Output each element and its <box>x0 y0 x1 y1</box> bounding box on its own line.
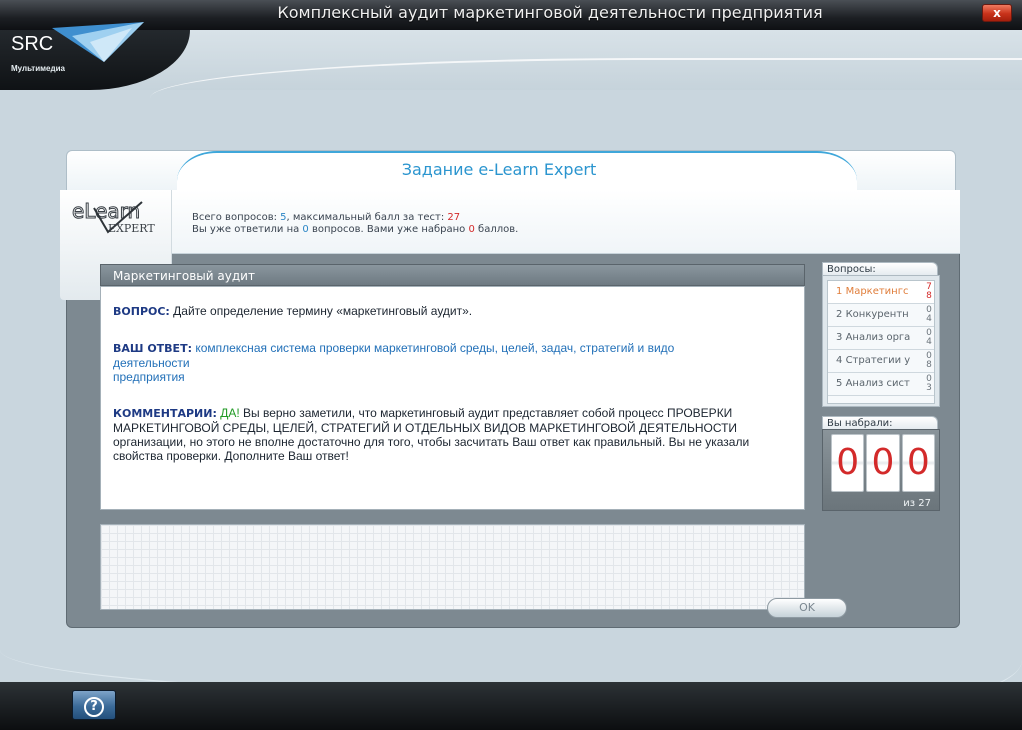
section-title: Маркетинговый аудит <box>100 264 805 286</box>
test-stats: Всего вопросов: 5, максимальный балл за … <box>192 212 518 236</box>
answer-text-line-1: комплексная система проверки маркетингов… <box>191 341 675 355</box>
answer-block: ВАШ ОТВЕТ: комплексная система проверки … <box>113 341 792 384</box>
question-text: Дайте определение термину «маркетинговый… <box>169 304 473 318</box>
question-item-score-bottom: 8 <box>926 360 932 370</box>
question-item-2[interactable]: 2 Конкурентн 0 4 <box>828 304 934 327</box>
questions-list: 1 Маркетингс 7 8 2 Конкурентн 0 4 3 Анализ орг… <box>827 280 935 404</box>
max-score: 27 <box>447 212 461 223</box>
question-item-label: Анализ сист <box>845 378 910 389</box>
comment-block: КОММЕНТАРИИ: ДА! Вы верно заметили, что … <box>113 406 792 463</box>
score-max: из 27 <box>903 498 931 509</box>
svg-text:EXPERT: EXPERT <box>108 222 155 235</box>
question-item-1[interactable]: 1 Маркетингс 7 8 <box>828 281 934 304</box>
score-panel: 000 из 27 <box>822 429 940 511</box>
elearn-expert-logo-icon: eLearn EXPERT <box>72 199 155 236</box>
question-item-score: 08 <box>925 352 933 370</box>
question-item-score-bottom: 3 <box>926 383 932 393</box>
answer-input-area[interactable] <box>100 524 805 610</box>
comment-label: КОММЕНТАРИИ: <box>113 407 217 420</box>
question-content: ВОПРОС: Дайте определение термину «марке… <box>100 286 805 510</box>
answer-text-line-3: предприятия <box>113 370 185 384</box>
question-item-score: 78 <box>925 283 933 301</box>
question-item-label: Стратегии у <box>845 355 911 366</box>
score-digit: 0 <box>866 434 900 492</box>
stats-line-1: Всего вопросов: 5, максимальный балл за … <box>192 212 461 223</box>
window-title: Комплексный аудит маркетинговой деятельн… <box>277 3 823 22</box>
question-item-score: 04 <box>925 329 933 347</box>
question-item-score-bottom: 4 <box>926 314 932 324</box>
score-digit: 0 <box>901 434 935 492</box>
question-item-score: 04 <box>925 306 933 324</box>
bottom-bar <box>0 682 1022 730</box>
question-item-label: Конкурентн <box>845 309 909 320</box>
help-icon: ? <box>84 697 104 717</box>
questions-panel: 1 Маркетингс 7 8 2 Конкурентн 0 4 3 Анализ орг… <box>822 275 940 407</box>
close-button[interactable]: x <box>982 4 1012 22</box>
answer-label: ВАШ ОТВЕТ: <box>113 342 192 355</box>
question-item-5[interactable]: 5 Анализ сист 0 3 <box>828 373 934 396</box>
answer-text-line-2: деятельности <box>113 356 190 370</box>
header-swoosh <box>150 58 1022 98</box>
src-logo-icon <box>52 22 144 62</box>
brand-name: SRC <box>11 33 54 55</box>
comment-verdict: ДА! <box>216 406 240 420</box>
ok-button[interactable]: OK <box>767 598 847 618</box>
question-block: ВОПРОС: Дайте определение термину «марке… <box>113 304 792 319</box>
help-button[interactable]: ? <box>72 690 116 720</box>
stats-line-2: Вы уже ответили на 0 вопросов. Вами уже … <box>192 224 519 235</box>
svg-text:eLearn: eLearn <box>72 199 140 223</box>
question-item-score-bottom: 8 <box>926 291 932 301</box>
question-item-score-bottom: 4 <box>926 337 932 347</box>
question-item-4[interactable]: 4 Стратегии у08 <box>828 350 934 373</box>
score-digits: 000 <box>827 434 935 492</box>
question-item-score: 03 <box>925 375 933 393</box>
score-digit: 0 <box>831 434 865 492</box>
question-item-3[interactable]: 3 Анализ орга 0 4 <box>828 327 934 350</box>
brand-subtitle: Мультимедиа <box>11 64 65 73</box>
question-item-label: Маркетингс <box>845 286 909 297</box>
question-item-label: Анализ орга <box>845 332 911 343</box>
question-label: ВОПРОС: <box>113 305 170 318</box>
task-title: Задание e-Learn Expert <box>401 160 597 179</box>
